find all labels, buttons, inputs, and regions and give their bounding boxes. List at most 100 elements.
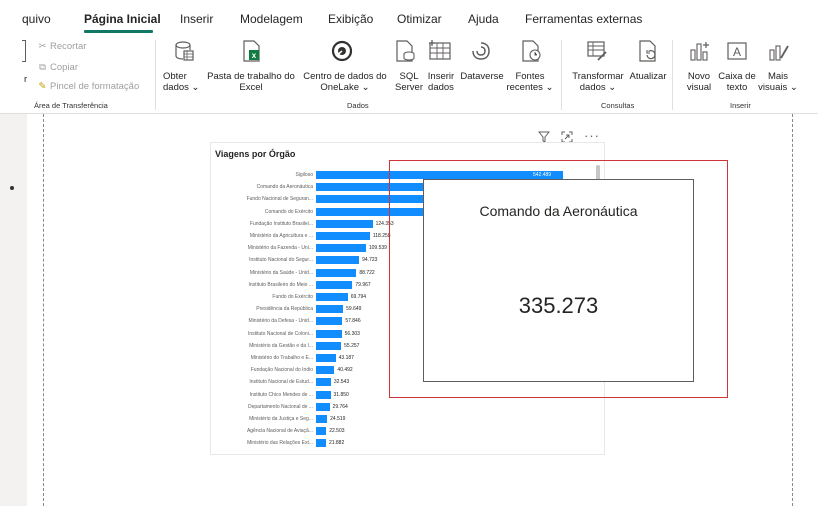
tooltip-category: Comando da Aeronáutica bbox=[479, 203, 638, 219]
bar-category-label: Instituto Brasileiro do Meio ... bbox=[248, 281, 313, 288]
new-visual-button[interactable]: Novo visual bbox=[684, 71, 714, 93]
bar[interactable] bbox=[316, 256, 360, 265]
tab-modelagem[interactable]: Modelagem bbox=[240, 12, 303, 26]
scissors-icon: ✂ bbox=[38, 41, 47, 52]
copy-icon: ⧉ bbox=[39, 62, 46, 73]
copy-button[interactable]: ⧉ Copiar bbox=[37, 62, 78, 73]
bar-category-label: Ministério da Gestão e da I... bbox=[249, 342, 313, 349]
group-separator bbox=[561, 40, 562, 110]
bar[interactable] bbox=[316, 439, 326, 448]
bar-category-label: Ministério da Agricultura e ... bbox=[249, 233, 313, 239]
bar-category-label: Instituto Chico Mendes de ... bbox=[249, 391, 313, 398]
bar-value-label: 55.257 bbox=[344, 342, 360, 349]
bar[interactable] bbox=[316, 268, 357, 277]
tab-inserir[interactable]: Inserir bbox=[180, 12, 213, 26]
bar-category-label: Ministério da Saúde - Unid... bbox=[249, 269, 313, 276]
bar-value-label: 59.649 bbox=[346, 306, 362, 313]
bar[interactable] bbox=[316, 329, 342, 338]
text-box-icon: A bbox=[727, 42, 747, 60]
bar[interactable] bbox=[316, 219, 373, 228]
bar[interactable] bbox=[316, 293, 348, 301]
get-data-button[interactable]: Obter dados ⌄ bbox=[163, 71, 201, 93]
bar-category-label: Fundo Nacional de Seguran... bbox=[246, 196, 313, 203]
enter-data-icon bbox=[429, 40, 451, 60]
tab-ajuda[interactable]: Ajuda bbox=[468, 12, 499, 26]
transform-data-button[interactable]: Transformar dados ⌄ bbox=[570, 71, 626, 93]
bar-value-label: 29.764 bbox=[332, 403, 348, 410]
svg-text:A: A bbox=[733, 45, 741, 59]
ribbon: r ✂ Recortar ⧉ Copiar ✎ Pincel de formataçã… bbox=[0, 36, 818, 114]
bar-value-label: 79.967 bbox=[355, 281, 371, 288]
bar-value-label: 88.722 bbox=[359, 269, 375, 276]
recent-sources-button[interactable]: Fontes recentes ⌄ bbox=[505, 71, 555, 93]
bar[interactable] bbox=[316, 232, 370, 240]
tab-ferramentas-externas[interactable]: Ferramentas externas bbox=[525, 12, 642, 26]
bar[interactable] bbox=[316, 244, 366, 253]
new-visual-icon bbox=[690, 42, 709, 61]
tooltip-value: 335.273 bbox=[518, 293, 599, 318]
more-options-icon[interactable]: ··· bbox=[584, 128, 600, 143]
tab-otimizar[interactable]: Otimizar bbox=[397, 12, 442, 26]
bar-value-label: 21.882 bbox=[328, 440, 345, 447]
bar[interactable] bbox=[316, 354, 336, 362]
bar[interactable] bbox=[316, 280, 353, 289]
clipboard-group-label: Área de Transferência bbox=[34, 101, 108, 110]
bar-category-label: Instituto Nacional de Estud... bbox=[249, 379, 313, 386]
dataverse-button[interactable]: Dataverse bbox=[460, 71, 504, 82]
group-separator bbox=[672, 40, 673, 110]
bar-category-label: Presidência da República bbox=[256, 306, 313, 313]
excel-icon: x bbox=[243, 40, 260, 62]
enter-data-button[interactable]: Inserir dados bbox=[424, 71, 458, 93]
bar[interactable] bbox=[316, 317, 343, 326]
format-painter-label: Pincel de formatação bbox=[50, 81, 140, 92]
bar-category-label: Ministério da Defesa - Unid... bbox=[248, 318, 313, 325]
onelake-hub-button[interactable]: Centro de dados do OneLake ⌄ bbox=[299, 71, 391, 93]
bar-category-label: Sigiloso bbox=[295, 172, 313, 178]
dataverse-icon bbox=[472, 42, 490, 60]
bar[interactable] bbox=[316, 341, 342, 350]
bar-category-label: Ministério da Justiça e Seg... bbox=[249, 416, 313, 422]
refresh-button[interactable]: Atualizar bbox=[627, 71, 669, 82]
bar-category-label: Departamento Nacional de ... bbox=[247, 403, 313, 410]
bar-value-label: 31.850 bbox=[333, 391, 349, 398]
sql-server-button[interactable]: SQL Server bbox=[392, 71, 426, 93]
bar-value-label: 69.794 bbox=[350, 294, 367, 300]
bar-category-label: Agência Nacional de Aviaçã... bbox=[246, 428, 313, 435]
bar[interactable] bbox=[316, 415, 328, 423]
more-visuals-button[interactable]: Mais visuais ⌄ bbox=[757, 71, 799, 93]
bar[interactable] bbox=[316, 427, 327, 436]
bar-value-label: 57.846 bbox=[345, 318, 361, 325]
cut-button[interactable]: ✂ Recortar bbox=[37, 41, 87, 52]
tab-exibicao[interactable]: Exibição bbox=[328, 12, 373, 26]
bar-value-label: 43.187 bbox=[338, 355, 354, 361]
bar-value-label: 40.492 bbox=[337, 367, 353, 374]
excel-workbook-button[interactable]: Pasta de trabalho do Excel bbox=[204, 71, 298, 93]
transform-data-icon bbox=[587, 41, 607, 61]
format-painter-button[interactable]: ✎ Pincel de formatação bbox=[37, 81, 140, 92]
bar[interactable] bbox=[316, 378, 331, 387]
tab-arquivo[interactable]: quivo bbox=[22, 12, 51, 26]
bar-category-label: Instituto Nacional do Segur... bbox=[249, 257, 313, 264]
paste-label-partial: r bbox=[24, 74, 28, 85]
chart-title: Viagens por Órgão bbox=[215, 149, 296, 159]
bar-category-label: Fundo do Exército bbox=[272, 294, 313, 300]
bar-category-label: Comando do Exército bbox=[264, 208, 313, 215]
bar-category-label: Fundação Instituto Brasilei... bbox=[249, 220, 313, 227]
bar[interactable] bbox=[316, 366, 335, 375]
sql-server-icon bbox=[396, 40, 415, 62]
group-separator bbox=[155, 40, 156, 110]
insert-group-label: Inserir bbox=[730, 101, 751, 110]
queries-group-label: Consultas bbox=[601, 101, 635, 110]
bar[interactable] bbox=[316, 402, 330, 411]
text-box-button[interactable]: Caixa de texto bbox=[716, 71, 758, 93]
bar[interactable] bbox=[316, 390, 331, 399]
bar-category-label: Ministério da Fazenda - Uni... bbox=[247, 245, 313, 252]
paste-icon[interactable] bbox=[22, 40, 26, 62]
active-tab-indicator bbox=[84, 30, 153, 33]
bar-value-label: 24.519 bbox=[330, 416, 346, 422]
tab-pagina-inicial[interactable]: Página Inicial bbox=[84, 12, 161, 26]
bar[interactable] bbox=[316, 305, 344, 314]
svg-text:x: x bbox=[252, 51, 257, 60]
bar-value-label: 22.503 bbox=[329, 428, 345, 435]
data-group-label: Dados bbox=[347, 101, 369, 110]
